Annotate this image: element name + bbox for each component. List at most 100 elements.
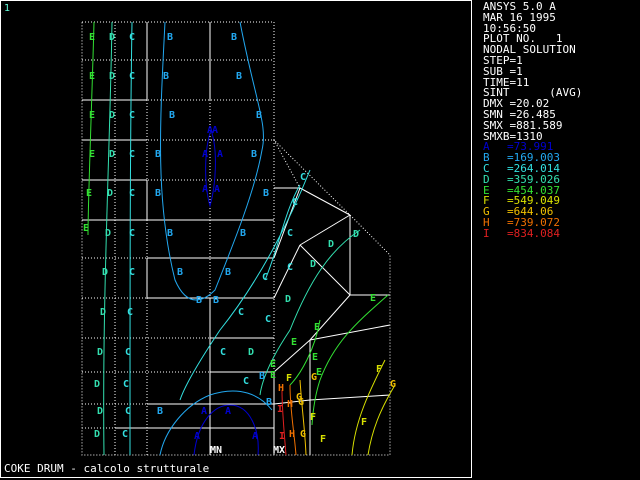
mesh-dotted xyxy=(82,22,301,455)
contour-label-b: B xyxy=(251,149,258,160)
window-number: 1 xyxy=(4,3,11,14)
contour-label-d: D xyxy=(109,110,116,121)
contour-label-h: H xyxy=(289,429,296,440)
contour-e-1 xyxy=(87,21,95,236)
contour-label-a: A xyxy=(201,406,208,417)
contour-label-b: B xyxy=(157,406,164,417)
contour-label-d: D xyxy=(248,347,255,358)
contour-label-a: A xyxy=(212,125,219,136)
max-marker: MX xyxy=(273,445,286,456)
min-marker: MN xyxy=(210,445,223,456)
contour-label-b: B xyxy=(213,295,220,306)
contour-label-e: E xyxy=(270,359,277,370)
legend-value: =834.084 xyxy=(507,226,560,240)
contour-e-2 xyxy=(311,294,389,426)
contour-label-d: D xyxy=(310,259,317,270)
contour-label-d: D xyxy=(109,149,116,160)
contour-label-e: E xyxy=(312,352,319,363)
contour-label-d: D xyxy=(102,267,109,278)
contour-label-d: D xyxy=(97,347,104,358)
contour-label-a: A xyxy=(214,184,221,195)
contour-label-c: C xyxy=(238,307,245,318)
contour-label-b: B xyxy=(256,110,263,121)
contour-label-c: C xyxy=(129,32,136,43)
contour-label-b: B xyxy=(236,71,243,82)
contour-label-c: C xyxy=(125,406,132,417)
contour-label-c: C xyxy=(129,110,136,121)
contour-label-d: D xyxy=(107,188,114,199)
contour-label-b: B xyxy=(266,397,273,408)
contour-label-c: C xyxy=(262,272,269,283)
contour-label-f: F xyxy=(376,364,383,375)
contour-label-c: C xyxy=(265,314,272,325)
contour-label-a: A xyxy=(202,184,209,195)
contour-label-f: F xyxy=(286,373,293,384)
contour-label-d: D xyxy=(97,406,104,417)
contour-label-b: B xyxy=(167,32,174,43)
contour-label-c: C xyxy=(287,262,294,273)
contour-label-c: C xyxy=(123,379,130,390)
contour-label-i: I xyxy=(277,404,284,415)
contour-label-d: D xyxy=(353,229,360,240)
contour-label-c: C xyxy=(220,347,227,358)
contour-label-b: B xyxy=(263,188,270,199)
contour-label-c: C xyxy=(300,172,307,183)
contour-label-f: F xyxy=(310,412,317,423)
contour-label-c: C xyxy=(292,197,299,208)
contour-label-g: G xyxy=(298,397,305,408)
contour-label-e: E xyxy=(86,188,93,199)
contour-label-c: C xyxy=(129,71,136,82)
contour-label-b: B xyxy=(231,32,238,43)
contour-label-d: D xyxy=(94,429,101,440)
contour-label-a: A xyxy=(194,431,201,442)
info-panel: ANSYS 5.0 A MAR 16 1995 10:56:50 PLOT NO. 1… xyxy=(483,1,638,240)
contour-label-b: B xyxy=(240,228,247,239)
plot-caption: COKE DRUM - calcolo strutturale xyxy=(4,462,210,475)
contour-legend: A =73.991 B =169.003 C =264.014 D =359.026 E =454… xyxy=(483,141,638,240)
contour-label-c: C xyxy=(243,376,250,387)
info-header: ANSYS 5.0 A MAR 16 1995 10:56:50 PLOT NO. 1… xyxy=(483,1,638,142)
contour-label-b: B xyxy=(225,267,232,278)
contour-label-d: D xyxy=(94,379,101,390)
contour-label-d: D xyxy=(109,32,116,43)
contour-label-e: E xyxy=(270,370,277,381)
contour-label-d: D xyxy=(109,71,116,82)
contour-label-g: G xyxy=(311,372,318,383)
contour-label-f: F xyxy=(320,434,327,445)
contour-label-e: E xyxy=(83,223,90,234)
contour-label-f: F xyxy=(361,417,368,428)
contour-label-d: D xyxy=(105,228,112,239)
contour-label-b: B xyxy=(177,267,184,278)
contour-label-e: E xyxy=(370,293,377,304)
contour-label-c: C xyxy=(127,307,134,318)
contour-label-h: H xyxy=(278,383,285,394)
contour-label-e: E xyxy=(89,149,96,160)
contour-label-d: D xyxy=(285,294,292,305)
contour-label-d: D xyxy=(100,307,107,318)
contour-label-a: A xyxy=(252,431,259,442)
contour-label-a: A xyxy=(217,149,224,160)
legend-letter: I xyxy=(483,226,490,240)
contour-label-c: C xyxy=(129,149,136,160)
contour-label-b: B xyxy=(163,71,170,82)
contour-label-d: D xyxy=(328,239,335,250)
contour-label-b: B xyxy=(259,371,266,382)
contour-label-e: E xyxy=(89,110,96,121)
contour-label-c: C xyxy=(129,188,136,199)
contour-label-c: C xyxy=(129,228,136,239)
contour-label-b: B xyxy=(155,188,162,199)
contour-label-a: A xyxy=(225,406,232,417)
contour-label-b: B xyxy=(196,295,203,306)
contour-label-g: G xyxy=(390,379,397,390)
contour-label-b: B xyxy=(169,110,176,121)
contour-label-e: E xyxy=(291,337,298,348)
contour-label-b: B xyxy=(167,228,174,239)
contour-label-h: H xyxy=(287,399,294,410)
contour-label-e: E xyxy=(89,71,96,82)
contour-label-c: C xyxy=(287,228,294,239)
contour-label-e: E xyxy=(89,32,96,43)
contour-label-g: G xyxy=(300,429,307,440)
contour-label-e: E xyxy=(314,322,321,333)
contour-label-c: C xyxy=(129,267,136,278)
contour-label-c: C xyxy=(125,347,132,358)
